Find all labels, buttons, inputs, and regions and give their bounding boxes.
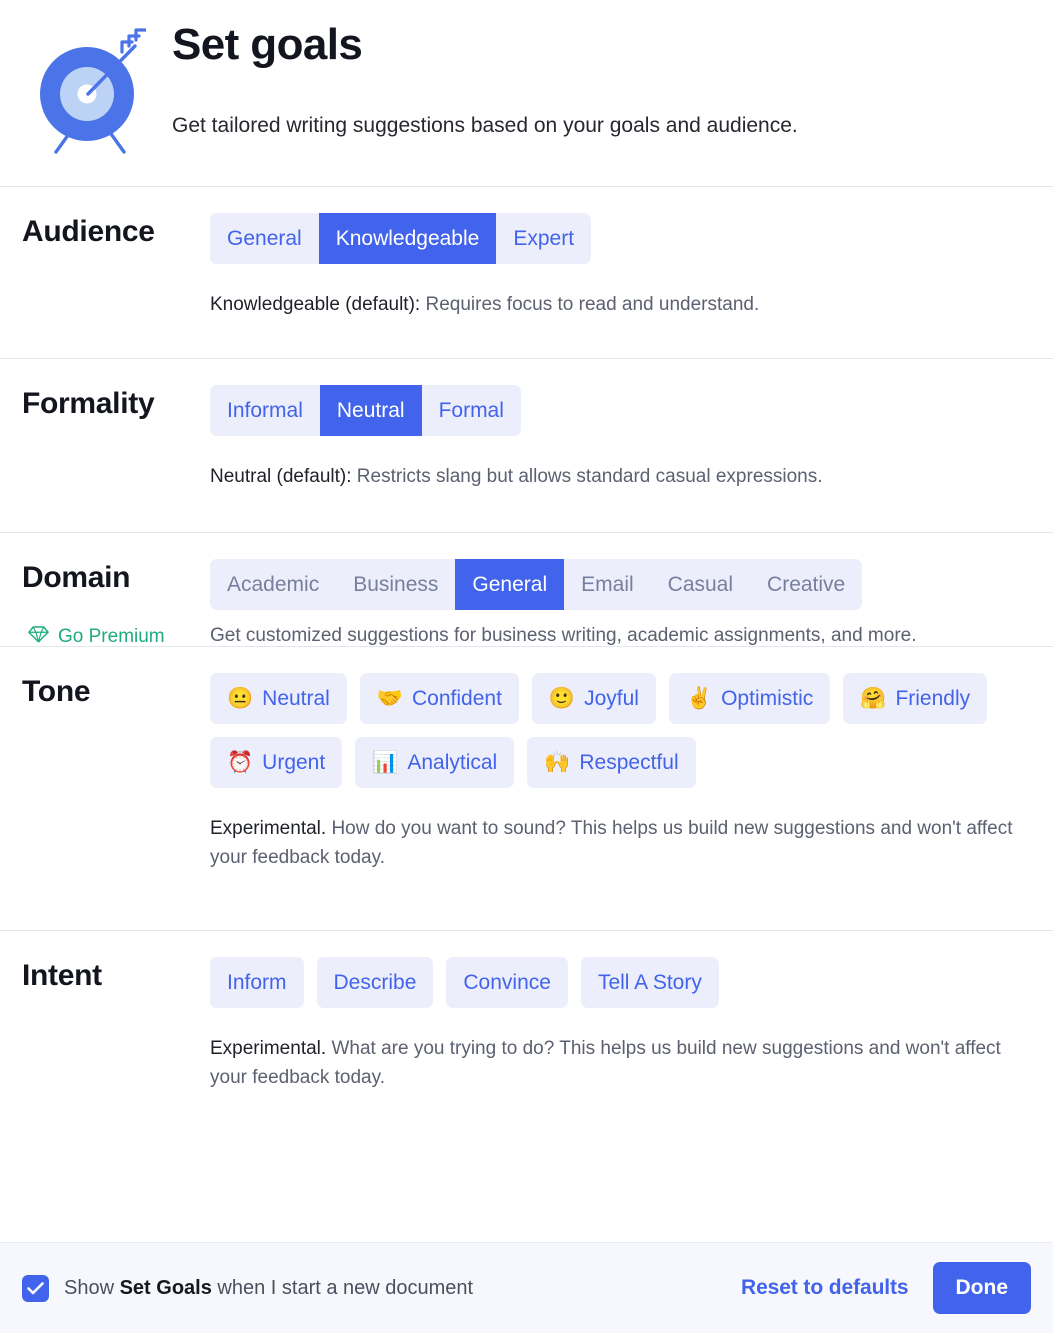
domain-option-email[interactable]: Email: [564, 559, 651, 610]
set-goals-dialog: Set goals Get tailored writing suggestio…: [0, 0, 1053, 1333]
section-label-intent: Intent: [22, 959, 102, 992]
formality-option-neutral[interactable]: Neutral: [319, 385, 422, 436]
tone-chip-label: Joyful: [584, 687, 639, 710]
bar-chart-emoji: 📊: [372, 751, 399, 774]
page-subtitle: Get tailored writing suggestions based o…: [172, 114, 798, 138]
diamond-icon: [28, 625, 49, 649]
tone-chip-label: Friendly: [895, 687, 971, 710]
dialog-footer: Show Set Goals when I start a new docume…: [0, 1242, 1053, 1333]
target-with-arrow-icon: [22, 18, 172, 156]
section-formality: Formality Informal Neutral Formal Neutra…: [0, 358, 1053, 532]
tone-chip-label: Neutral: [262, 687, 330, 710]
domain-option-casual[interactable]: Casual: [651, 559, 750, 610]
tone-helper-strong: Experimental.: [210, 818, 327, 839]
tone-chip-label: Respectful: [579, 751, 679, 774]
intent-helper-strong: Experimental.: [210, 1038, 327, 1059]
section-label-formality: Formality: [22, 387, 155, 420]
tone-chip-label: Urgent: [262, 751, 326, 774]
section-label-tone: Tone: [22, 675, 91, 708]
tone-helper-rest: How do you want to sound? This helps us …: [210, 818, 1013, 869]
formality-helper-strong: Neutral (default):: [210, 466, 352, 487]
reset-to-defaults-button[interactable]: Reset to defaults: [741, 1276, 909, 1300]
audience-option-knowledgeable[interactable]: Knowledgeable: [318, 213, 497, 264]
audience-option-expert[interactable]: Expert: [496, 213, 591, 264]
dialog-header: Set goals Get tailored writing suggestio…: [0, 0, 1053, 186]
tone-chip-urgent[interactable]: ⏰ Urgent: [210, 737, 343, 788]
formality-option-informal[interactable]: Informal: [210, 385, 320, 436]
tone-chip-row: 😐 Neutral 🤝 Confident 🙂 Joyful ✌️ Optimi…: [210, 673, 1031, 788]
intent-chip-row: Inform Describe Convince Tell A Story: [210, 957, 1031, 1008]
tone-helper-text: Experimental. How do you want to sound? …: [210, 814, 1030, 873]
domain-segmented-control[interactable]: Academic Business General Email Casual C…: [210, 559, 863, 610]
audience-helper-strong: Knowledgeable (default):: [210, 294, 421, 315]
section-tone: Tone 😐 Neutral 🤝 Confident 🙂 Joyful ✌️ O…: [0, 646, 1053, 930]
neutral-face-emoji: 😐: [227, 687, 254, 710]
section-intent: Intent Inform Describe Convince Tell A S…: [0, 930, 1053, 1158]
domain-option-business[interactable]: Business: [336, 559, 455, 610]
formality-helper-text: Neutral (default): Restricts slang but a…: [210, 462, 1030, 491]
intent-helper-rest: What are you trying to do? This helps us…: [210, 1038, 1001, 1089]
section-domain: Domain Academic Business General Email C…: [0, 532, 1053, 649]
victory-hand-emoji: ✌️: [685, 687, 713, 710]
domain-description: Get customized suggestions for business …: [210, 625, 917, 646]
intent-helper-text: Experimental. What are you trying to do?…: [210, 1034, 1030, 1093]
formality-body: Informal Neutral Formal Neutral (default…: [210, 359, 1031, 513]
footer-label-bold: Set Goals: [119, 1276, 212, 1299]
done-button[interactable]: Done: [932, 1262, 1031, 1314]
handshake-emoji: 🤝: [376, 687, 404, 710]
tone-chip-label: Confident: [412, 687, 502, 710]
tone-chip-friendly[interactable]: 🤗 Friendly: [843, 673, 988, 724]
audience-helper-rest: Requires focus to read and understand.: [420, 294, 760, 315]
alarm-clock-emoji: ⏰: [227, 751, 254, 774]
tone-chip-analytical[interactable]: 📊 Analytical: [355, 737, 515, 788]
section-label-audience: Audience: [22, 215, 155, 248]
formality-helper-rest: Restricts slang but allows standard casu…: [351, 466, 823, 487]
intent-body: Inform Describe Convince Tell A Story Ex…: [210, 931, 1031, 1115]
show-set-goals-checkbox[interactable]: [22, 1274, 49, 1302]
show-set-goals-label: Show Set Goals when I start a new docume…: [64, 1277, 473, 1300]
audience-body: General Knowledgeable Expert Knowledgeab…: [210, 187, 1031, 341]
intent-chip-inform[interactable]: Inform: [210, 957, 304, 1008]
domain-option-creative[interactable]: Creative: [750, 559, 862, 610]
hugging-face-emoji: 🤗: [860, 687, 887, 710]
raising-hands-emoji: 🙌: [544, 751, 571, 774]
page-title: Set goals: [172, 20, 363, 69]
tone-chip-neutral[interactable]: 😐 Neutral: [210, 673, 347, 724]
go-premium-link[interactable]: Go Premium: [28, 625, 165, 649]
check-icon: [27, 1281, 44, 1294]
go-premium-label: Go Premium: [58, 626, 165, 647]
audience-segmented-control[interactable]: General Knowledgeable Expert: [210, 213, 592, 264]
slightly-smiling-face-emoji: 🙂: [548, 687, 576, 710]
tone-chip-label: Analytical: [407, 751, 498, 774]
domain-body: Academic Business General Email Casual C…: [210, 533, 1031, 632]
domain-option-academic[interactable]: Academic: [210, 559, 336, 610]
intent-chip-tell-a-story[interactable]: Tell A Story: [580, 957, 719, 1008]
intent-chip-describe[interactable]: Describe: [316, 957, 434, 1008]
intent-chip-convince[interactable]: Convince: [446, 957, 568, 1008]
tone-chip-confident[interactable]: 🤝 Confident: [359, 673, 519, 724]
tone-body: 😐 Neutral 🤝 Confident 🙂 Joyful ✌️ Optimi…: [210, 647, 1031, 895]
formality-segmented-control[interactable]: Informal Neutral Formal: [210, 385, 521, 436]
tone-chip-optimistic[interactable]: ✌️ Optimistic: [668, 673, 831, 724]
header-text-block: Set goals Get tailored writing suggestio…: [172, 18, 1031, 141]
footer-label-after: when I start a new document: [211, 1276, 474, 1299]
tone-chip-respectful[interactable]: 🙌 Respectful: [527, 737, 696, 788]
tone-chip-label: Optimistic: [721, 687, 814, 710]
audience-helper-text: Knowledgeable (default): Requires focus …: [210, 290, 1030, 319]
footer-label-before: Show: [64, 1276, 120, 1299]
show-set-goals-toggle[interactable]: Show Set Goals when I start a new docume…: [22, 1274, 741, 1302]
domain-option-general[interactable]: General: [455, 559, 565, 610]
audience-option-general[interactable]: General: [210, 213, 319, 264]
section-label-domain: Domain: [22, 561, 131, 594]
formality-option-formal[interactable]: Formal: [422, 385, 521, 436]
tone-chip-joyful[interactable]: 🙂 Joyful: [531, 673, 656, 724]
section-audience: Audience General Knowledgeable Expert Kn…: [0, 186, 1053, 358]
